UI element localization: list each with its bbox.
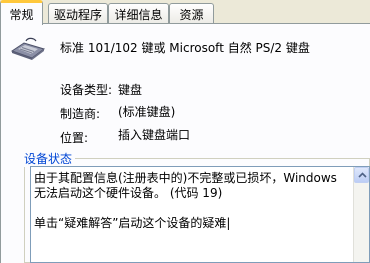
device-status-textbox[interactable]: 由于其配置信息(注册表中的)不完整或已损坏，Windows 无法启动这个硬件设备…: [30, 166, 370, 263]
device-type-label: 设备类型:: [60, 83, 113, 97]
vertical-scrollbar[interactable]: [353, 167, 369, 262]
tab-driver[interactable]: 驱动程序: [48, 3, 108, 24]
device-status-text: 由于其配置信息(注册表中的)不完整或已损坏，Windows 无法启动这个硬件设备…: [34, 171, 337, 230]
manufacturer-label: 制造商:: [60, 107, 101, 121]
tab-general-label: 常规: [9, 7, 34, 22]
device-name: 标准 101/102 键或 Microsoft 自然 PS/2 键盘: [60, 41, 310, 55]
device-status-title: 设备状态: [21, 150, 76, 167]
tab-resources-label: 资源: [179, 7, 204, 22]
chevron-up-icon: [358, 172, 367, 178]
tab-strip: 常规 驱动程序 详细信息 资源: [0, 0, 370, 25]
device-type-value: 键盘: [118, 83, 143, 97]
tab-resources[interactable]: 资源: [169, 3, 214, 24]
tab-details[interactable]: 详细信息: [108, 3, 169, 24]
location-value: 插入键盘端口: [118, 128, 191, 142]
manufacturer-value: (标准键盘): [118, 105, 176, 119]
location-label: 位置:: [60, 131, 89, 145]
tab-general[interactable]: 常规: [0, 0, 43, 25]
tab-driver-label: 驱动程序: [53, 7, 102, 22]
scroll-up-button[interactable]: [354, 167, 369, 183]
keyboard-icon: [10, 35, 46, 61]
tab-details-label: 详细信息: [114, 7, 163, 22]
